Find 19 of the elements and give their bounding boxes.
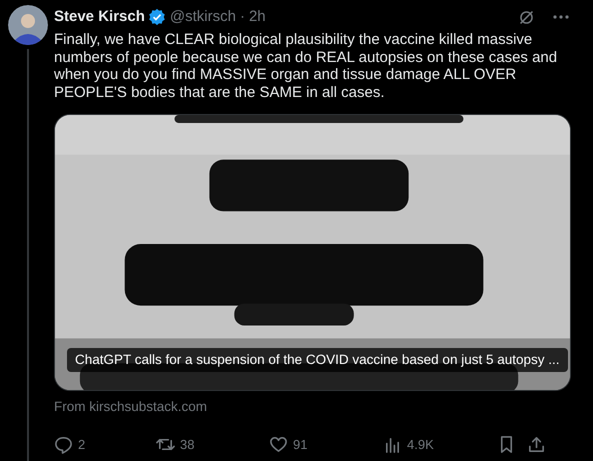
author-name[interactable]: Steve Kirsch — [54, 6, 145, 28]
like-button[interactable]: 91 — [269, 434, 308, 454]
link-card[interactable]: ChatGPT calls for a suspension of the COVID vaccine based on just 5 autopsy ... — [54, 114, 571, 392]
link-source[interactable]: From kirschsubstack.com — [54, 397, 208, 418]
share-button[interactable] — [527, 434, 546, 454]
heart-icon — [269, 434, 288, 454]
repost-button[interactable]: 38 — [156, 434, 194, 454]
more-icon[interactable] — [553, 15, 569, 19]
reply-button[interactable]: 2 — [54, 434, 86, 454]
separator: · — [240, 6, 245, 27]
avatar[interactable] — [8, 5, 48, 45]
post-text: Finally, we have CLEAR biological plausibility the vaccine killed massive numbers of people because we can do REAL autopsies on these cases and when you do you find MASSIVE organ and tissue damage ALL OVER PEOPLE'S bodies that are the SAME in all cases. — [54, 31, 558, 102]
reply-icon — [54, 434, 73, 454]
post-time[interactable]: 2h — [248, 6, 266, 28]
slashed-circle-icon[interactable] — [518, 8, 535, 26]
author-handle[interactable]: @stkirsch — [170, 6, 236, 28]
share-icon — [527, 434, 546, 454]
card-caption: ChatGPT calls for a suspension of the COVID vaccine based on just 5 autopsy ... — [67, 348, 568, 372]
views-button[interactable]: 4.9K — [383, 434, 434, 454]
